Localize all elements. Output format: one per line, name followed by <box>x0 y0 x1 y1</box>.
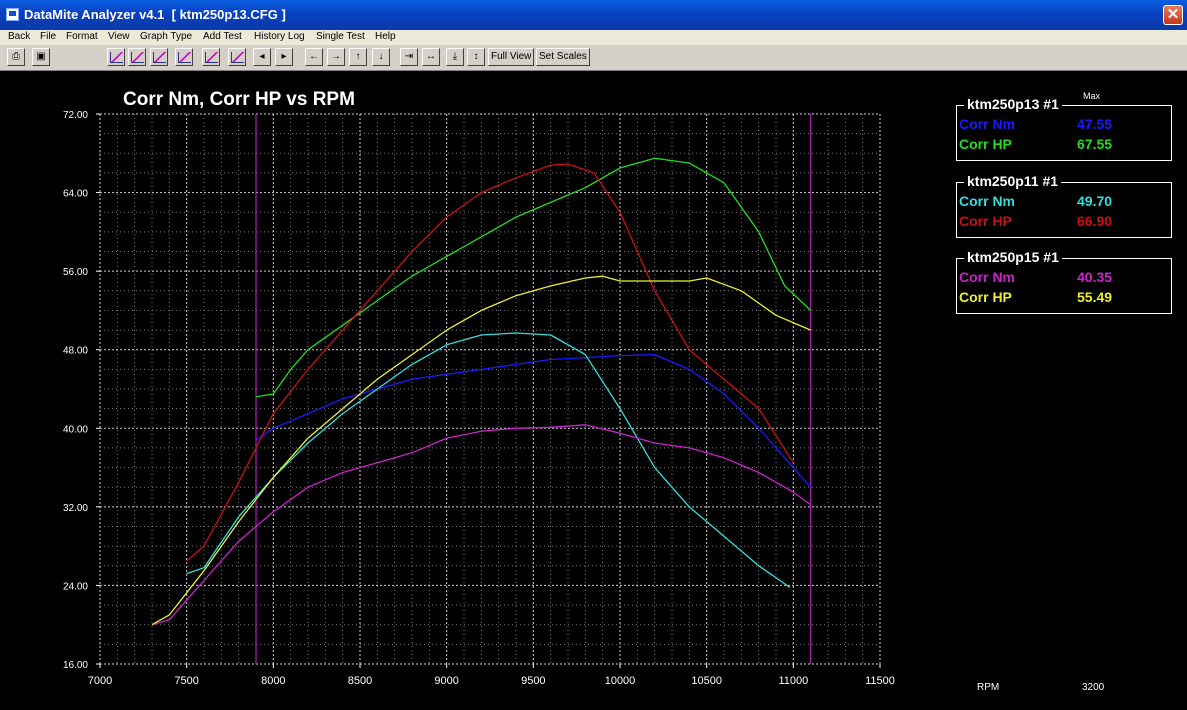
legend-group-1-title: ktm250p13 #1 <box>964 96 1062 112</box>
menu-view[interactable]: View <box>108 31 130 42</box>
x-tick-label: 8000 <box>261 675 285 687</box>
graph-type-1-icon[interactable] <box>107 48 125 66</box>
menu-back[interactable]: Back <box>8 31 30 42</box>
pan-left-icon[interactable]: ← <box>305 48 323 66</box>
print-icon[interactable]: ⎙ <box>7 48 25 66</box>
rpm-label: RPM <box>977 682 1000 693</box>
legend-series-label: Corr HP <box>959 289 1012 305</box>
legend-group-3-title: ktm250p15 #1 <box>964 249 1062 265</box>
zoom-in-x-icon[interactable]: ⇥ <box>400 48 418 66</box>
zoom-out-y-icon[interactable]: ↕ <box>467 48 485 66</box>
zoom-out-x-icon[interactable]: ↔ <box>422 48 440 66</box>
y-tick-label: 48.00 <box>63 346 88 357</box>
graph-type-3-icon[interactable] <box>150 48 168 66</box>
graph-type-2-icon[interactable] <box>128 48 146 66</box>
window-title: DataMite Analyzer v4.1 [ ktm250p13.CFG ] <box>24 7 286 22</box>
series-line <box>186 332 791 588</box>
pan-up-icon[interactable]: ↑ <box>349 48 367 66</box>
y-tick-label: 64.00 <box>63 189 88 200</box>
x-tick-label: 10000 <box>605 675 636 687</box>
full-view-button[interactable]: Full View <box>488 48 535 66</box>
x-tick-label: 8500 <box>348 675 372 687</box>
graph-type-6-icon[interactable] <box>228 48 246 66</box>
menu-bar: Back File Format View Graph Type Add Tes… <box>0 30 1187 45</box>
x-tick-label: 9000 <box>434 675 458 687</box>
legend-series-max: 67.55 <box>1077 136 1113 152</box>
legend-series-max: 55.49 <box>1077 289 1113 305</box>
x-tick-label: 7500 <box>174 675 198 687</box>
legend-series-label: Corr HP <box>959 213 1012 229</box>
toolbar: ⎙ ▣ ◂ ▸ ← → ↑ ↓ ⇥ ↔ ⤓ ↕ Full View Set Sc… <box>0 45 1187 71</box>
legend-series-max: 47.55 <box>1077 116 1113 132</box>
app-icon <box>6 8 19 21</box>
pan-right-icon[interactable]: → <box>327 48 345 66</box>
legend-series-max: 66.90 <box>1077 213 1113 229</box>
chart-title: Corr Nm, Corr HP vs RPM <box>123 89 355 110</box>
menu-add-test[interactable]: Add Test <box>203 31 242 42</box>
legend-series-label: Corr Nm <box>959 193 1016 209</box>
vertical-markers <box>255 114 812 664</box>
axes: 7000 7500 8000 8500 9000 9500 10000 10500 11000 1… <box>63 110 895 687</box>
menu-file[interactable]: File <box>40 31 56 42</box>
chart: Corr Nm, Corr HP vs RPM 7000 7500 8000 8500… <box>63 89 895 687</box>
arrow-right-icon[interactable]: ▸ <box>275 48 293 66</box>
y-tick-label: 32.00 <box>63 503 88 514</box>
x-tick-label: 11000 <box>778 675 808 687</box>
graph-type-4-icon[interactable] <box>175 48 193 66</box>
rpm-value: 3200 <box>1082 682 1105 693</box>
legend-series-max: 49.70 <box>1077 193 1113 209</box>
x-tick-label: 10500 <box>691 675 722 687</box>
pan-down-icon[interactable]: ↓ <box>372 48 390 66</box>
menu-graph-type[interactable]: Graph Type <box>140 31 192 42</box>
y-tick-label: 40.00 <box>63 424 88 435</box>
title-bar: DataMite Analyzer v4.1 [ ktm250p13.CFG ]… <box>0 0 1187 30</box>
legend-series-label: Corr Nm <box>959 269 1016 285</box>
graph-type-5-icon[interactable] <box>202 48 220 66</box>
y-tick-label: 24.00 <box>63 581 88 592</box>
close-button[interactable]: ✕ <box>1163 5 1183 25</box>
menu-help[interactable]: Help <box>375 31 396 42</box>
set-scales-button[interactable]: Set Scales <box>536 48 590 66</box>
legend-series-label: Corr Nm <box>959 116 1016 132</box>
x-tick-label: 11500 <box>865 675 895 687</box>
menu-single-test[interactable]: Single Test <box>316 31 365 42</box>
zoom-in-y-icon[interactable]: ⤓ <box>446 48 464 66</box>
max-label: Max <box>1083 91 1101 101</box>
legend-series-max: 40.35 <box>1077 269 1113 285</box>
save-disk-icon[interactable]: ▣ <box>32 48 50 66</box>
x-tick-label: 9500 <box>521 675 545 687</box>
legend-series-label: Corr HP <box>959 136 1012 152</box>
arrow-left-icon[interactable]: ◂ <box>253 48 271 66</box>
menu-format[interactable]: Format <box>66 31 98 42</box>
y-tick-label: 16.00 <box>63 660 88 671</box>
y-tick-label: 56.00 <box>63 267 88 278</box>
grid <box>99 113 881 665</box>
menu-history-log[interactable]: History Log <box>254 31 305 42</box>
legend-group-2-title: ktm250p11 #1 <box>964 173 1062 189</box>
legend-group-1: ktm250p13 #1 Corr Nm 47.55 Corr HP 67.55 <box>956 96 1172 161</box>
legend-group-2: ktm250p11 #1 Corr Nm 49.70 Corr HP 66.90 <box>956 173 1172 238</box>
x-tick-label: 7000 <box>88 675 112 687</box>
series-line <box>186 163 794 562</box>
legend-group-3: ktm250p15 #1 Corr Nm 40.35 Corr HP 55.49 <box>956 249 1172 314</box>
y-tick-label: 72.00 <box>63 110 88 121</box>
